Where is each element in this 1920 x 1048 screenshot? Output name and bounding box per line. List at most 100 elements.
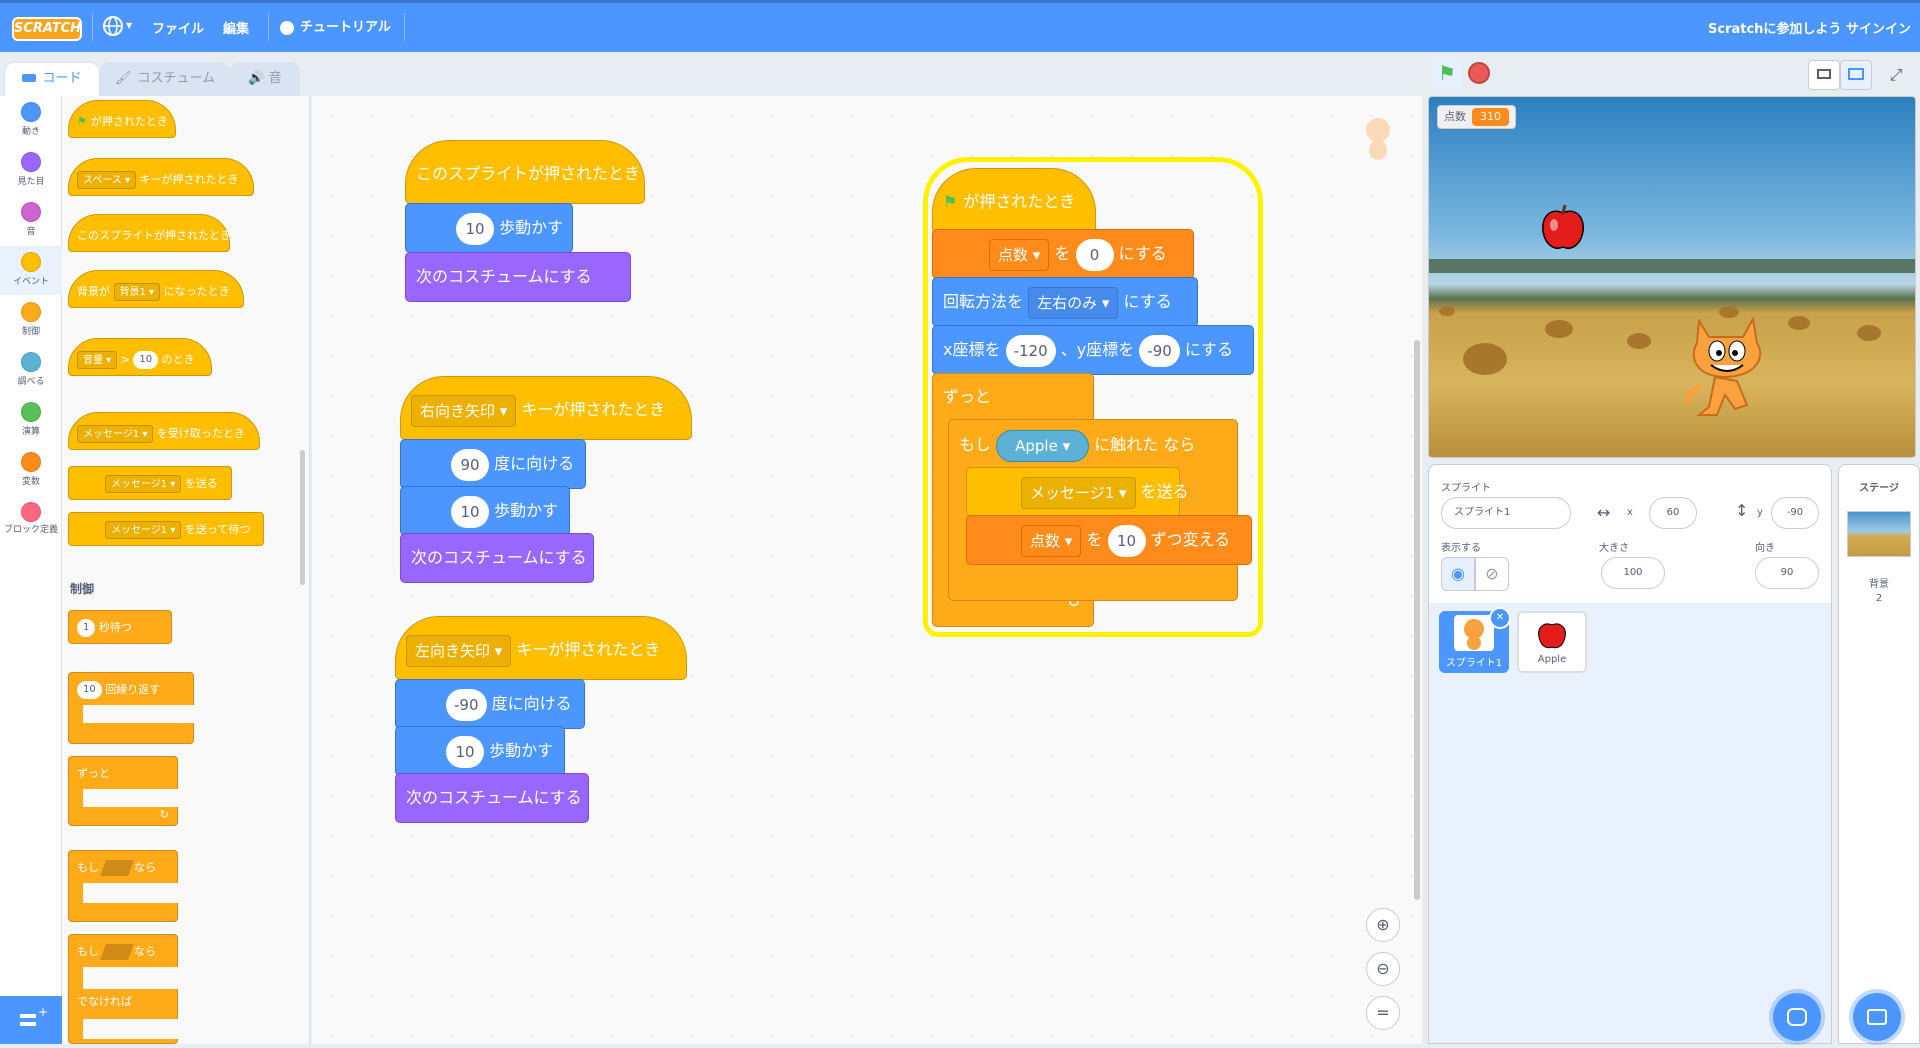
show-hidden-button[interactable]: ⊘ bbox=[1475, 557, 1509, 591]
green-flag-button[interactable]: ⚑ bbox=[1432, 58, 1462, 88]
x-input[interactable]: -120 bbox=[1005, 334, 1056, 367]
palette-flag-clicked-block[interactable]: ⚑ が押されたとき bbox=[68, 100, 176, 138]
scratch-logo[interactable]: SCRATCH bbox=[12, 17, 82, 41]
message-dropdown[interactable]: メッセージ1 ▾ bbox=[77, 425, 154, 443]
key-dropdown[interactable]: 右向き矢印 ▾ bbox=[411, 394, 517, 427]
palette-sprite-clicked-block[interactable]: このスプライトが押されたとき bbox=[68, 214, 231, 252]
direction-field[interactable]: 90 bbox=[1755, 557, 1819, 589]
script3-key-hat[interactable]: 左向き矢印 ▾ キーが押されたとき bbox=[395, 616, 687, 680]
stop-button[interactable] bbox=[1468, 62, 1490, 84]
palette-loudness-block[interactable]: 音量 ▾ > 10 のとき bbox=[68, 338, 212, 376]
category-variables[interactable]: 変数 bbox=[0, 452, 62, 487]
tab-sounds[interactable]: 🔊 音 bbox=[230, 62, 300, 96]
sprite-name-field[interactable]: スプライト1 bbox=[1441, 497, 1571, 529]
boolean-slot[interactable] bbox=[99, 860, 134, 876]
script1-sprite-clicked-hat[interactable]: このスプライトが押されたとき bbox=[405, 140, 645, 204]
palette-if-else-block[interactable]: もし なら でなければ bbox=[68, 934, 179, 1044]
palette-if-block[interactable]: もし なら bbox=[68, 850, 179, 922]
category-sensing[interactable]: 調べる bbox=[0, 352, 62, 387]
script2-move-block[interactable]: 10 歩動かす bbox=[400, 486, 570, 536]
category-sound[interactable]: 音 bbox=[0, 202, 62, 237]
boolean-slot[interactable] bbox=[99, 944, 134, 960]
stage-selector-pane[interactable]: ステージ 背景 2 bbox=[1838, 464, 1920, 1044]
y-field[interactable]: -90 bbox=[1771, 497, 1819, 529]
palette-forever-block[interactable]: ずっと ↻ bbox=[68, 756, 179, 826]
stage-canvas[interactable]: 点数 310 bbox=[1428, 96, 1916, 458]
y-input[interactable]: -90 bbox=[1139, 334, 1180, 367]
change-value-input[interactable]: 10 bbox=[1107, 524, 1146, 557]
script2-point-direction-block[interactable]: 90 度に向ける bbox=[400, 439, 586, 489]
tab-costumes[interactable]: 🖌 コスチューム bbox=[100, 62, 230, 96]
wait-input[interactable]: 1 bbox=[77, 619, 96, 637]
fullscreen-button[interactable]: ⤢ bbox=[1880, 60, 1912, 90]
loudness-dropdown[interactable]: 音量 ▾ bbox=[77, 351, 118, 369]
direction-input[interactable]: -90 bbox=[446, 688, 487, 721]
script4-rotation-style-block[interactable]: 回転方法を 左右のみ ▾ にする bbox=[932, 277, 1198, 327]
large-stage-button[interactable] bbox=[1840, 60, 1872, 90]
set-value-input[interactable]: 0 bbox=[1075, 238, 1114, 271]
language-button[interactable]: ▼ bbox=[102, 15, 132, 41]
category-my-blocks[interactable]: ブロック定義 bbox=[0, 502, 62, 536]
size-field[interactable]: 100 bbox=[1601, 557, 1665, 589]
category-operators[interactable]: 演算 bbox=[0, 402, 62, 437]
script2-next-costume-block[interactable]: 次のコスチュームにする bbox=[400, 533, 594, 583]
palette-wait-block[interactable]: 1 秒待つ bbox=[68, 610, 172, 644]
loudness-input[interactable]: 10 bbox=[133, 351, 159, 369]
script4-goto-xy-block[interactable]: x座標を -120 、y座標を -90 にする bbox=[932, 325, 1254, 375]
message-dropdown[interactable]: メッセージ1 ▾ bbox=[105, 521, 182, 539]
add-sprite-button[interactable] bbox=[1773, 993, 1821, 1041]
variable-dropdown[interactable]: 点数 ▾ bbox=[989, 238, 1050, 271]
category-events[interactable]: イベント bbox=[0, 246, 62, 295]
category-looks[interactable]: 見た目 bbox=[0, 152, 62, 187]
sprite-thumb-apple[interactable]: Apple bbox=[1517, 611, 1587, 673]
direction-input[interactable]: 90 bbox=[451, 448, 489, 481]
add-backdrop-button[interactable] bbox=[1853, 993, 1901, 1041]
workspace-scrollbar[interactable] bbox=[1414, 340, 1420, 900]
palette-scrollbar[interactable] bbox=[300, 450, 305, 585]
delete-sprite-button[interactable]: ✕ bbox=[1489, 607, 1511, 629]
steps-input[interactable]: 10 bbox=[446, 735, 484, 768]
tab-code[interactable]: コード bbox=[4, 62, 100, 96]
palette-backdrop-switch-block[interactable]: 背景が 背景1 ▾ になったとき bbox=[68, 270, 244, 308]
category-control[interactable]: 制御 bbox=[0, 302, 62, 337]
backdrop-dropdown[interactable]: 背景1 ▾ bbox=[113, 283, 161, 301]
touching-block[interactable]: Apple ▾ bbox=[996, 429, 1090, 462]
steps-input[interactable]: 10 bbox=[456, 212, 494, 245]
join-scratch-link[interactable]: Scratchに参加しよう bbox=[1708, 18, 1841, 37]
script1-move-block[interactable]: 10 歩動かす bbox=[405, 203, 573, 253]
signin-link[interactable]: サインイン bbox=[1846, 18, 1911, 37]
script4-set-variable-block[interactable]: 点数 ▾ を 0 にする bbox=[932, 229, 1194, 279]
script3-move-block[interactable]: 10 歩動かす bbox=[395, 726, 565, 776]
repeat-input[interactable]: 10 bbox=[77, 681, 102, 699]
message-dropdown[interactable]: メッセージ1 ▾ bbox=[105, 475, 182, 493]
script1-next-costume-block[interactable]: 次のコスチュームにする bbox=[405, 252, 631, 302]
steps-input[interactable]: 10 bbox=[451, 495, 489, 528]
zoom-out-button[interactable]: ⊖ bbox=[1366, 952, 1400, 986]
add-extension-button[interactable]: + bbox=[0, 996, 62, 1044]
menu-edit[interactable]: 編集 bbox=[223, 18, 249, 37]
script4-flag-hat[interactable]: ⚑ が押されたとき bbox=[932, 168, 1096, 234]
key-dropdown[interactable]: 左向き矢印 ▾ bbox=[406, 634, 512, 667]
x-field[interactable]: 60 bbox=[1649, 497, 1697, 529]
small-stage-button[interactable] bbox=[1808, 60, 1840, 90]
key-dropdown[interactable]: スペース ▾ bbox=[77, 171, 137, 189]
palette-broadcast-wait-block[interactable]: メッセージ1 ▾ を送って待つ bbox=[68, 512, 264, 546]
script3-next-costume-block[interactable]: 次のコスチュームにする bbox=[395, 773, 589, 823]
tutorials-button[interactable]: チュートリアル bbox=[280, 16, 391, 35]
script4-broadcast-block[interactable]: メッセージ1 ▾ を送る bbox=[966, 467, 1189, 517]
message-dropdown[interactable]: メッセージ1 ▾ bbox=[1021, 476, 1136, 509]
zoom-in-button[interactable]: ⊕ bbox=[1366, 908, 1400, 942]
palette-broadcast-block[interactable]: メッセージ1 ▾ を送る bbox=[68, 466, 232, 500]
category-motion[interactable]: 動き bbox=[0, 102, 62, 137]
variable-dropdown[interactable]: 点数 ▾ bbox=[1021, 524, 1082, 557]
show-visible-button[interactable]: ◉ bbox=[1441, 557, 1475, 591]
palette-receive-block[interactable]: メッセージ1 ▾ を受け取ったとき bbox=[68, 412, 260, 450]
menu-file[interactable]: ファイル bbox=[152, 18, 204, 37]
script2-key-hat[interactable]: 右向き矢印 ▾ キーが押されたとき bbox=[400, 376, 692, 440]
rotation-style-dropdown[interactable]: 左右のみ ▾ bbox=[1028, 286, 1119, 319]
palette-key-pressed-block[interactable]: スペース ▾ キーが押されたとき bbox=[68, 158, 254, 196]
zoom-reset-button[interactable]: = bbox=[1366, 996, 1400, 1030]
script4-change-variable-block[interactable]: 点数 ▾ を 10 ずつ変える bbox=[966, 515, 1252, 565]
palette-repeat-block[interactable]: 10 回繰り返す ↻ bbox=[68, 672, 195, 744]
script3-point-direction-block[interactable]: -90 度に向ける bbox=[395, 679, 585, 729]
